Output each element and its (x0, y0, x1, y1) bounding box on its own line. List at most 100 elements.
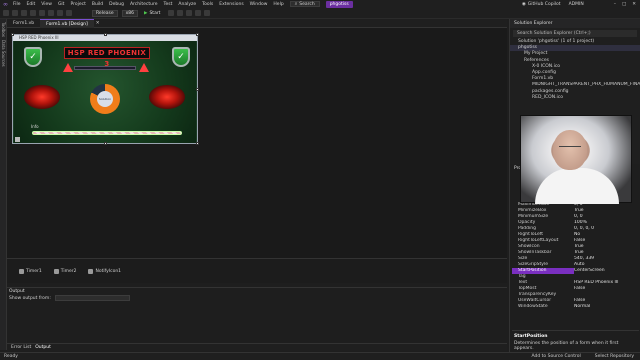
designer-form[interactable]: HSP RED Phoenix III ✓ ✓ HSP RED PHOENIX … (11, 33, 199, 145)
align-icon[interactable] (186, 10, 193, 16)
start-button[interactable]: ▶ Start (144, 11, 160, 16)
gauge-label: Solution (97, 91, 113, 107)
menu-tools[interactable]: Tools (202, 2, 213, 7)
properties-grid: MaximumSize 0, 0 MinimizeBox True MinimumSiz… (512, 202, 639, 310)
close-icon[interactable]: ✕ (632, 2, 636, 7)
property-description: StartPosition Determines the position of… (512, 330, 639, 351)
tab-form1-design[interactable]: Form1.vb [Design] (40, 18, 94, 28)
menu-file[interactable]: File (13, 2, 21, 7)
configuration-dropdown[interactable]: Release (92, 9, 118, 17)
property-description-text: Determines the position of a form when i… (514, 341, 619, 351)
status-bar-strip (74, 66, 136, 70)
maximize-icon[interactable]: □ (622, 2, 626, 7)
output-source-dropdown[interactable] (54, 295, 130, 301)
menu-edit[interactable]: Edit (27, 2, 36, 7)
status-bar: Ready Add to Source Control Select Repos… (0, 352, 640, 360)
solution-name-badge[interactable]: phgotiss (325, 0, 353, 8)
layout-icon[interactable] (204, 10, 211, 16)
open-icon[interactable] (30, 10, 36, 16)
forward-icon[interactable] (12, 10, 18, 16)
add-source-control-button[interactable]: Add to Source Control (532, 354, 581, 359)
selection-handle[interactable] (104, 33, 107, 36)
property-value[interactable]: Normal (574, 304, 639, 310)
output-header: Output (7, 288, 507, 295)
menu-window[interactable]: Window (250, 2, 268, 7)
data-sources-tab[interactable]: Data Sources (1, 40, 6, 67)
solution-tree: Solution 'phgotiss' (1 of 1 project) phg… (510, 39, 640, 101)
progress-gauge: Solution (90, 84, 120, 114)
menu-help[interactable]: Help (273, 2, 283, 7)
play-icon: ▶ (143, 10, 148, 16)
timer2-component[interactable]: Timer2 (53, 268, 77, 274)
copilot-button[interactable]: ◉ GitHub Copilot (522, 2, 561, 7)
save-icon[interactable] (39, 10, 45, 16)
toolbar: Release x86 ▶ Start (0, 8, 640, 19)
notify-icon (88, 268, 94, 274)
webcam-glasses (559, 146, 581, 150)
output-toolbar: Show output from: (7, 295, 507, 301)
selection-handle[interactable] (196, 142, 199, 145)
resize-grip-icon[interactable] (15, 137, 20, 142)
phoenix-eye-left-image (24, 85, 60, 109)
selection-handle[interactable] (11, 33, 14, 36)
solution-search-input[interactable]: Search Solution Explorer (Ctrl+;) (513, 30, 637, 37)
admin-label: ADMIN (568, 1, 584, 7)
info-label: Info (31, 124, 39, 129)
hot-reload-icon[interactable] (177, 10, 184, 16)
tree-item[interactable]: RED_ICON.ico (510, 95, 640, 101)
tab-error-list[interactable]: Error List (11, 345, 31, 350)
status-text: Ready (4, 354, 18, 359)
redo-icon[interactable] (66, 10, 72, 16)
toolbox-tab[interactable]: Toolbox (1, 22, 6, 37)
title-banner: HSP RED PHOENIX 3 (64, 47, 150, 68)
select-repository-button[interactable]: Select Repository (595, 354, 634, 359)
search-label: Search (299, 1, 315, 7)
menu-bar: ∞ File Edit View Git Project Build Debug… (0, 0, 640, 8)
minimize-icon[interactable]: – (614, 2, 616, 7)
selection-handle[interactable] (196, 88, 199, 91)
tab-close-icon[interactable]: ✕ (96, 21, 100, 26)
show-output-from-label: Show output from: (9, 295, 51, 301)
run-without-debug-icon[interactable] (168, 10, 175, 16)
selection-handle[interactable] (104, 142, 107, 145)
back-icon[interactable] (3, 10, 9, 16)
menu-project[interactable]: Project (70, 2, 85, 7)
menu-analyze[interactable]: Analyze (178, 2, 196, 7)
warning-icon (63, 63, 73, 72)
property-row[interactable]: WindowState Normal (512, 304, 639, 310)
menu-extensions[interactable]: Extensions (219, 2, 243, 7)
form-body[interactable]: ✓ ✓ HSP RED PHOENIX 3 Solution Info (14, 41, 196, 143)
notifyicon1-component[interactable]: NotifyIcon1 (88, 268, 122, 274)
menu-test[interactable]: Test (164, 2, 173, 7)
start-label: Start (149, 10, 161, 16)
menu-build[interactable]: Build (92, 2, 103, 7)
phoenix-eye-right-image (149, 85, 185, 109)
tab-form1-code[interactable]: Form1.vb (7, 19, 40, 28)
left-tool-strip: Toolbox Data Sources (0, 19, 7, 350)
progress-bar (32, 131, 182, 135)
tab-output[interactable]: Output (35, 345, 51, 350)
property-description-title: StartPosition (514, 334, 548, 339)
warning-icon (139, 63, 149, 72)
timer1-component[interactable]: Timer1 (19, 268, 42, 274)
timer-icon (53, 268, 59, 274)
copilot-label: GitHub Copilot (527, 1, 561, 7)
notifyicon1-label: NotifyIcon1 (95, 268, 122, 274)
vs-logo-icon[interactable]: ∞ (3, 1, 8, 8)
new-file-icon[interactable] (21, 10, 27, 16)
menu-git[interactable]: Git (58, 2, 65, 7)
output-title: Output (9, 289, 25, 294)
copilot-icon: ◉ (521, 1, 526, 7)
undo-icon[interactable] (57, 10, 63, 16)
selection-handle[interactable] (196, 33, 199, 36)
timer2-label: Timer2 (60, 268, 77, 274)
search-box[interactable]: ⌕ Search (289, 1, 320, 7)
save-all-icon[interactable] (48, 10, 54, 16)
output-panel: Output Show output from: (7, 287, 507, 343)
platform-dropdown[interactable]: x86 (121, 9, 138, 17)
menu-architecture[interactable]: Architecture (130, 2, 158, 7)
menu-view[interactable]: View (41, 2, 52, 7)
bottom-tabs: Error List Output (7, 343, 507, 351)
format-icon[interactable] (195, 10, 202, 16)
menu-debug[interactable]: Debug (109, 2, 124, 7)
